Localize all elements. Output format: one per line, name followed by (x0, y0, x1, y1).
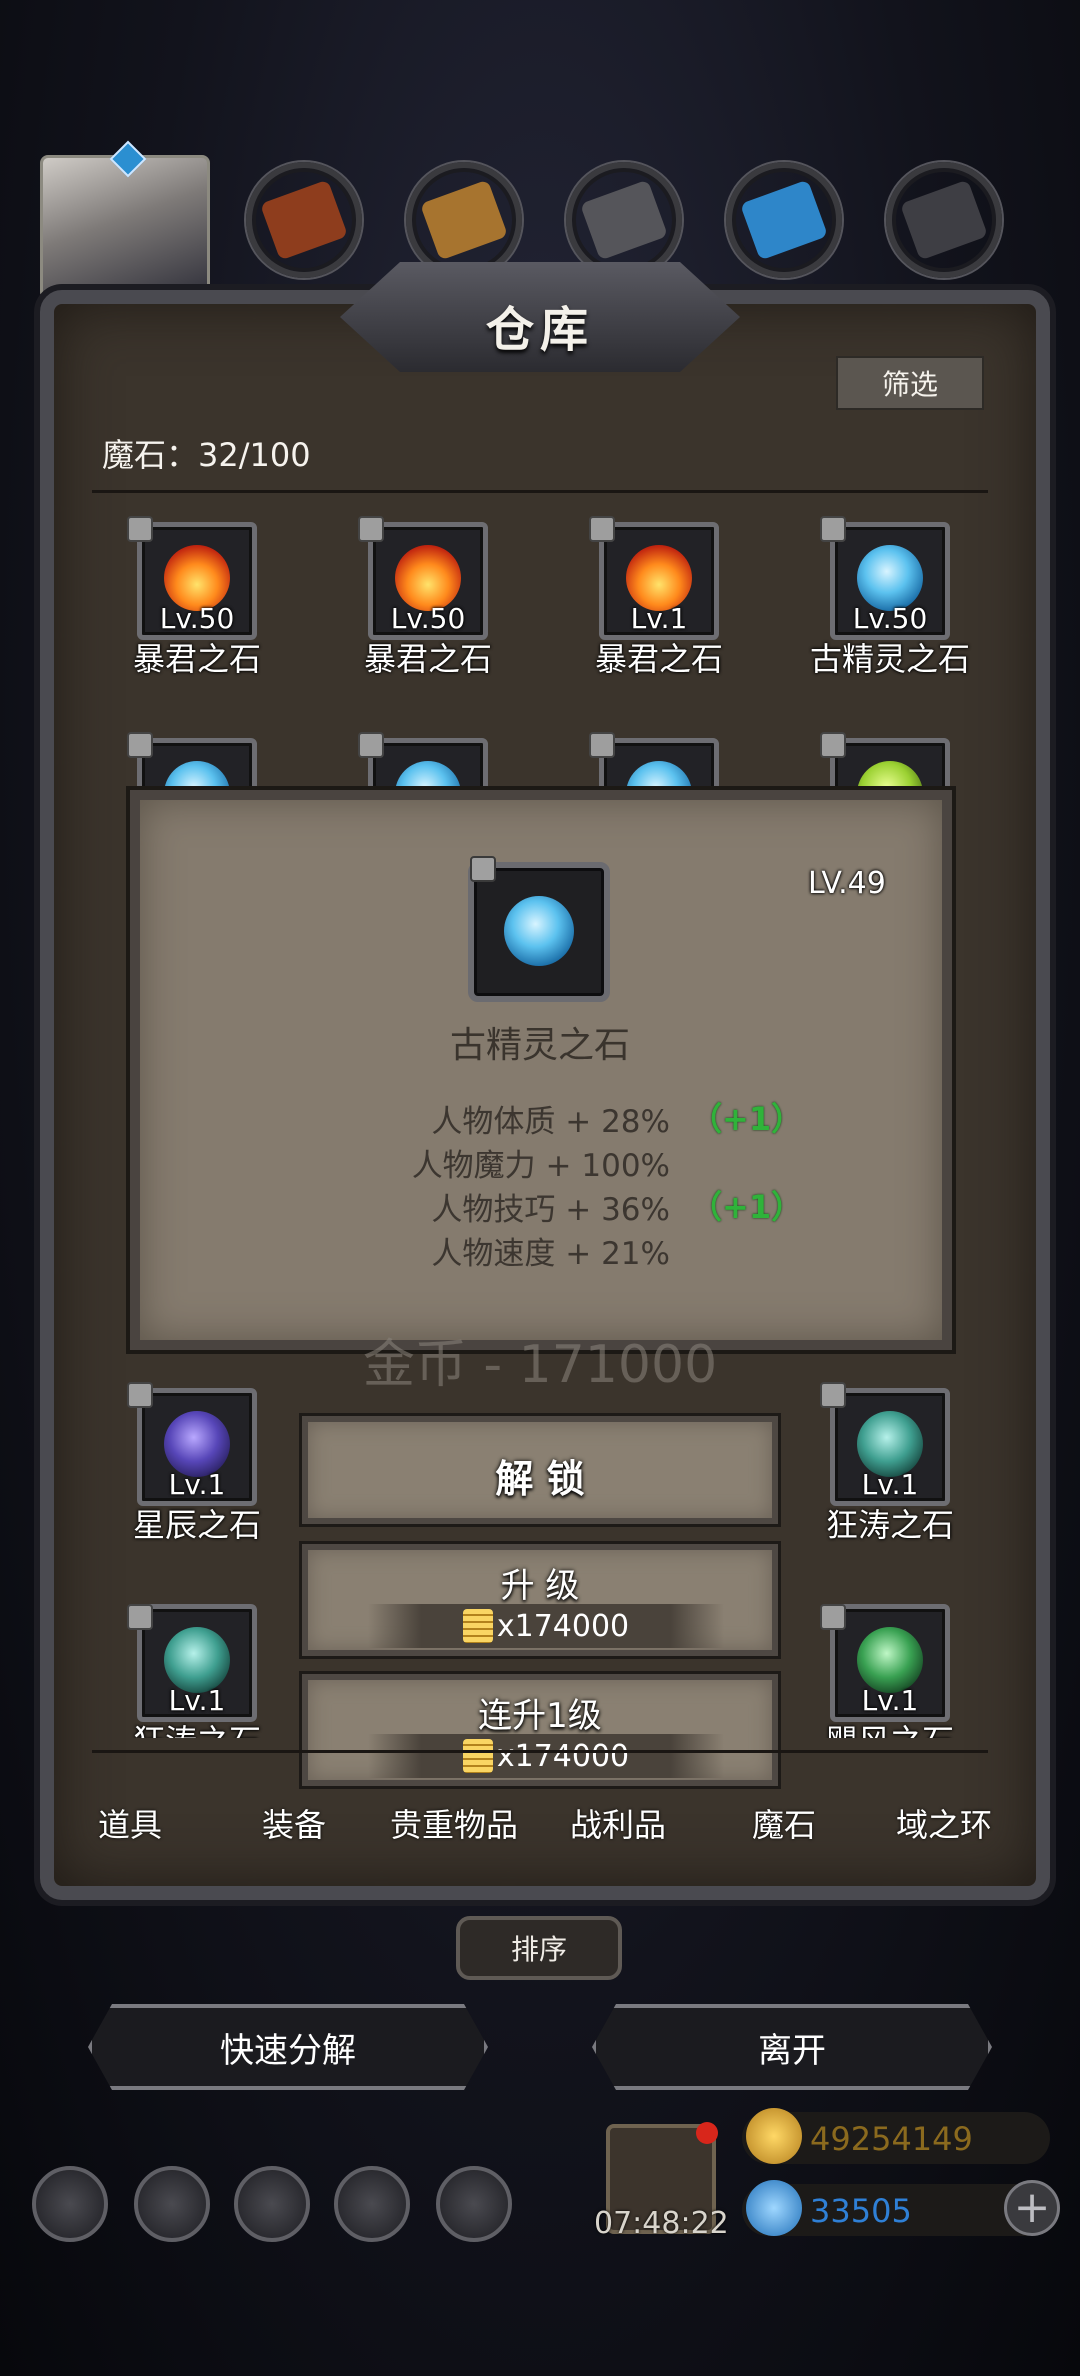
detail-item-frame (468, 856, 610, 1002)
stone-level: Lv.1 (168, 1684, 226, 1717)
achievement-icon[interactable] (134, 2166, 210, 2242)
stone-name: 飓风之石 (775, 1716, 995, 1738)
lock-icon (589, 732, 615, 758)
stone-name: 暴君之石 (594, 640, 723, 678)
tab-equipment[interactable]: 装备 (262, 1800, 326, 1846)
stone-level: Lv.50 (159, 602, 235, 635)
stone-name: 暴君之石 (363, 640, 492, 678)
crystal-icon (739, 179, 829, 261)
iron-tab-button[interactable] (566, 162, 682, 278)
stone-level: Lv.1 (861, 1468, 919, 1501)
gold-coin-icon (746, 2108, 802, 2164)
lock-icon (820, 1604, 846, 1630)
divider (92, 1750, 988, 1753)
unlock-button[interactable]: 解 锁 (302, 1416, 778, 1524)
stone-name: 狂涛之石 (825, 1506, 954, 1544)
upgrade-one-level-button[interactable]: 连升1级 x174000 (302, 1674, 778, 1786)
upgrade-cost: x174000 (368, 1604, 724, 1648)
stone-name: 暴君之石 (132, 640, 261, 678)
stone-slot[interactable]: Lv.1 星辰之石 (82, 1382, 302, 1544)
stone-name: 狂涛之石 (82, 1716, 302, 1738)
upgrade-one-level-cost: x174000 (368, 1734, 724, 1778)
lock-icon (127, 516, 153, 542)
lock-icon (589, 516, 615, 542)
stone-level: Lv.1 (861, 1684, 919, 1717)
crystal-tab-button[interactable] (726, 162, 842, 278)
stone-slot[interactable]: Lv.1 狂涛之石 (775, 1382, 995, 1544)
stat-bonus: （+1） (690, 1188, 804, 1226)
unlock-label: 解 锁 (495, 1457, 585, 1501)
panel-title: 仓库 (485, 302, 594, 358)
stone-slot[interactable]: Lv.1 狂涛之石 (82, 1604, 302, 1738)
lock-icon (820, 1382, 846, 1408)
gold-coin-icon (462, 1609, 493, 1643)
notification-dot (696, 2122, 718, 2144)
stone-slot[interactable]: Lv.50 暴君之石 (313, 516, 533, 678)
stone-name: 星辰之石 (132, 1506, 261, 1544)
detail-item-name: 古精灵之石 (449, 1025, 630, 1066)
mail-icon[interactable] (334, 2166, 410, 2242)
gold-counter: 49254149 (742, 2108, 1050, 2164)
lock-icon (127, 1382, 153, 1408)
stone-level: Lv.1 (168, 1468, 226, 1501)
upgrade-one-level-cost-value: x174000 (496, 1738, 630, 1774)
lock-icon (470, 856, 496, 882)
tab-items[interactable]: 道具 (98, 1800, 162, 1846)
lock-icon (358, 516, 384, 542)
tab-valuables[interactable]: 贵重物品 (390, 1800, 518, 1846)
stone-slot[interactable]: Lv.1 暴君之石 (544, 516, 764, 678)
stone-level: Lv.50 (852, 602, 928, 635)
divider (92, 490, 988, 493)
stat-line: 人物体质 + 28% (431, 1104, 670, 1140)
lock-icon (127, 732, 153, 758)
lock-icon (820, 732, 846, 758)
tab-domain-rings[interactable]: 域之环 (896, 1800, 992, 1846)
upgrade-button[interactable]: 升 级 x174000 (302, 1544, 778, 1656)
stat-line: 人物速度 + 21% (431, 1236, 670, 1272)
upgrade-label: 升 级 (500, 1566, 580, 1606)
stone-slot[interactable]: Lv.1 飓风之石 (775, 1604, 995, 1738)
lock-icon (127, 1604, 153, 1630)
gold-coin-icon (462, 1739, 493, 1773)
upgrade-cost-value: x174000 (496, 1608, 630, 1644)
lock-icon (820, 516, 846, 542)
ore-tab-button[interactable] (886, 162, 1002, 278)
detail-level: LV.49 (808, 866, 886, 901)
gold-amount: 49254149 (810, 2120, 973, 2158)
leave-button[interactable]: 离开 (592, 2004, 992, 2090)
iron-icon (579, 179, 669, 261)
elf-stone-icon (504, 896, 574, 966)
filter-button[interactable]: 筛选 (836, 356, 984, 410)
stat-line: 人物技巧 + 36% (431, 1192, 670, 1228)
stone-count-label: 魔石：32/100 (102, 436, 311, 474)
wood-tab-button[interactable] (406, 162, 522, 278)
armor-icon (259, 179, 349, 261)
gift-timer: 07:48:22 (594, 2206, 729, 2241)
guild-icon[interactable] (234, 2166, 310, 2242)
stat-bonus: （+1） (690, 1100, 804, 1138)
quick-decompose-button[interactable]: 快速分解 (88, 2004, 488, 2090)
add-currency-button[interactable]: + (1004, 2180, 1060, 2236)
stone-slot[interactable]: Lv.50 古精灵之石 (775, 516, 995, 678)
sort-button[interactable]: 排序 (456, 1916, 622, 1980)
tab-magic-stones[interactable]: 魔石 (752, 1800, 816, 1846)
gem-amount: 33505 (810, 2192, 912, 2230)
stone-level: Lv.50 (390, 602, 466, 635)
armor-tab-button[interactable] (246, 162, 362, 278)
wood-icon (419, 179, 509, 261)
ore-icon (899, 179, 989, 261)
tab-loot[interactable]: 战利品 (570, 1800, 666, 1846)
stone-level: Lv.1 (630, 602, 688, 635)
gem-icon (746, 2180, 802, 2236)
lock-icon (358, 732, 384, 758)
upgrade-one-level-label: 连升1级 (478, 1696, 602, 1736)
stat-line: 人物魔力 + 100% (411, 1148, 670, 1184)
gold-cost-label: 金币 - 171000 (362, 1335, 718, 1395)
character-portrait[interactable] (40, 140, 210, 300)
stone-slot[interactable]: Lv.50 暴君之石 (82, 516, 302, 678)
stone-name: 古精灵之石 (809, 640, 970, 678)
map-icon[interactable] (436, 2166, 512, 2242)
settings-icon[interactable] (32, 2166, 108, 2242)
